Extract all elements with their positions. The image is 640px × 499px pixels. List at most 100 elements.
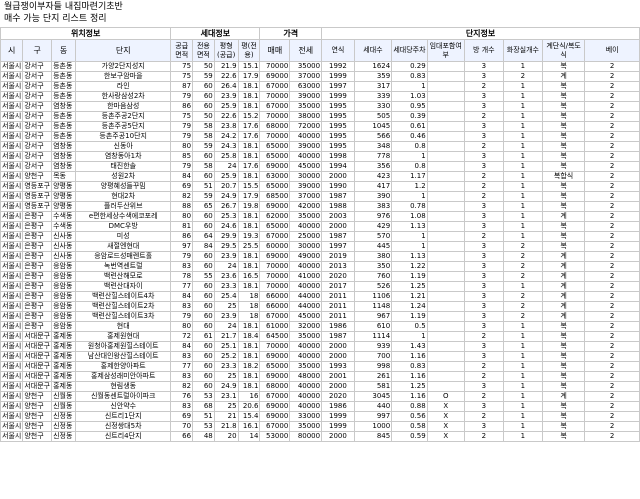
cell-stair-type[interactable]: 복 [541, 361, 586, 372]
cell-jeonse-price[interactable]: 30000 [289, 241, 323, 252]
cell-complex[interactable]: 백련산대자이 [75, 281, 172, 292]
cell-gu[interactable]: 은평구 [22, 271, 53, 282]
cell-households[interactable]: 350 [353, 261, 393, 272]
cell-complex[interactable]: 원청아홍제원힐스테이트 [75, 341, 172, 352]
cell-rental-included[interactable] [426, 221, 465, 232]
cell-parking-per-household[interactable]: 0.78 [391, 201, 428, 212]
cell-parking-per-household[interactable]: 1.2 [391, 181, 428, 192]
cell-dong[interactable]: 등촌동 [51, 81, 77, 92]
cell-rooms[interactable]: 3 [463, 271, 504, 282]
cell-rooms[interactable]: 3 [463, 301, 504, 312]
cell-rooms[interactable]: 3 [463, 261, 504, 272]
cell-jeonse-price[interactable]: 40000 [289, 261, 323, 272]
cell-stair-type[interactable]: 복 [541, 151, 586, 162]
cell-complex[interactable]: 백련산해모로 [75, 271, 172, 282]
cell-exclusive-area[interactable]: 68 [192, 401, 215, 412]
cell-jeonse-price[interactable]: 39000 [289, 91, 323, 102]
cell-year-built[interactable]: 2019 [321, 251, 355, 262]
cell-supply-area[interactable]: 66 [170, 431, 194, 442]
cell-bay[interactable]: 2 [584, 381, 640, 392]
cell-complex[interactable]: DMC우방 [75, 221, 172, 232]
cell-sale-price[interactable]: 53000 [259, 431, 291, 442]
cell-parking-per-household[interactable]: 1 [391, 241, 428, 252]
cell-bay[interactable]: 2 [584, 431, 640, 442]
cell-households[interactable]: 1148 [353, 301, 393, 312]
cell-rental-included[interactable]: X [426, 411, 465, 422]
cell-rooms[interactable]: 2 [463, 231, 504, 242]
cell-rental-included[interactable] [426, 301, 465, 312]
cell-rental-included[interactable] [426, 341, 465, 352]
cell-year-built[interactable]: 1990 [321, 181, 355, 192]
cell-pyeong-supply[interactable]: 24.9 [213, 381, 239, 392]
cell-bathrooms[interactable]: 2 [502, 301, 543, 312]
cell-households[interactable]: 700 [353, 351, 393, 362]
cell-si[interactable]: 서울시 [0, 241, 24, 252]
cell-pyeong-supply[interactable]: 23.6 [213, 271, 239, 282]
cell-exclusive-area[interactable]: 60 [192, 341, 215, 352]
cell-complex[interactable]: 현대2차 [75, 191, 172, 202]
cell-rental-included[interactable] [426, 131, 465, 142]
cell-year-built[interactable]: 1986 [321, 401, 355, 412]
cell-jeonse-price[interactable]: 39000 [289, 181, 323, 192]
cell-exclusive-area[interactable]: 60 [192, 311, 215, 322]
cell-gu[interactable]: 강서구 [22, 161, 53, 172]
cell-stair-type[interactable]: 복 [541, 111, 586, 122]
cell-households[interactable]: 610 [353, 321, 393, 332]
cell-stair-type[interactable]: 복 [541, 351, 586, 362]
cell-parking-per-household[interactable]: 0.58 [391, 421, 428, 432]
cell-sale-price[interactable]: 67000 [259, 311, 291, 322]
cell-dong[interactable]: 신사동 [51, 241, 77, 252]
cell-si[interactable]: 서울시 [0, 311, 24, 322]
cell-pyeong-supply[interactable]: 25 [213, 371, 239, 382]
cell-exclusive-area[interactable]: 60 [192, 211, 215, 222]
cell-parking-per-household[interactable]: 0.88 [391, 401, 428, 412]
cell-bay[interactable]: 2 [584, 131, 640, 142]
cell-exclusive-area[interactable]: 61 [192, 331, 215, 342]
cell-stair-type[interactable]: 복 [541, 401, 586, 412]
cell-rooms[interactable]: 3 [463, 131, 504, 142]
cell-exclusive-area[interactable]: 58 [192, 131, 215, 142]
cell-complex[interactable]: 응암로드성매렌트홀 [75, 251, 172, 262]
cell-rental-included[interactable] [426, 211, 465, 222]
cell-dong[interactable]: 응암동 [51, 311, 77, 322]
cell-households[interactable]: 390 [353, 191, 393, 202]
cell-dong[interactable]: 양평동 [51, 201, 77, 212]
cell-pyeong-exclusive[interactable]: 17.6 [237, 121, 261, 132]
cell-dong[interactable]: 응암동 [51, 291, 77, 302]
cell-exclusive-area[interactable]: 60 [192, 151, 215, 162]
cell-dong[interactable]: 등촌동 [51, 61, 77, 72]
cell-year-built[interactable]: 2020 [321, 391, 355, 402]
cell-households[interactable]: 359 [353, 71, 393, 82]
cell-supply-area[interactable]: 86 [170, 231, 194, 242]
cell-exclusive-area[interactable]: 60 [192, 171, 215, 182]
cell-supply-area[interactable]: 75 [170, 61, 194, 72]
cell-exclusive-area[interactable]: 60 [192, 261, 215, 272]
cell-bay[interactable]: 2 [584, 261, 640, 272]
cell-bay[interactable]: 2 [584, 91, 640, 102]
cell-jeonse-price[interactable]: 40000 [289, 221, 323, 232]
cell-sale-price[interactable]: 68500 [259, 191, 291, 202]
cell-si[interactable]: 서울시 [0, 91, 24, 102]
cell-bathrooms[interactable]: 1 [502, 211, 543, 222]
cell-supply-area[interactable]: 77 [170, 281, 194, 292]
cell-year-built[interactable]: 1995 [321, 101, 355, 112]
cell-gu[interactable]: 강서구 [22, 91, 53, 102]
cell-sale-price[interactable]: 60000 [259, 241, 291, 252]
cell-sale-price[interactable]: 70000 [259, 281, 291, 292]
cell-gu[interactable]: 강서구 [22, 121, 53, 132]
cell-sale-price[interactable]: 68000 [259, 381, 291, 392]
cell-jeonse-price[interactable]: 41000 [289, 271, 323, 282]
cell-complex[interactable]: 등촌주공2단지 [75, 111, 172, 122]
cell-parking-per-household[interactable]: 0.95 [391, 101, 428, 112]
cell-year-built[interactable]: 2003 [321, 211, 355, 222]
cell-pyeong-exclusive[interactable]: 18.1 [237, 81, 261, 92]
cell-jeonse-price[interactable]: 37000 [289, 71, 323, 82]
cell-rooms[interactable]: 3 [463, 91, 504, 102]
cell-rental-included[interactable] [426, 241, 465, 252]
cell-rental-included[interactable] [426, 261, 465, 272]
cell-supply-area[interactable]: 79 [170, 161, 194, 172]
cell-si[interactable]: 서울시 [0, 411, 24, 422]
cell-si[interactable]: 서울시 [0, 201, 24, 212]
cell-pyeong-exclusive[interactable]: 18.1 [237, 251, 261, 262]
cell-sale-price[interactable]: 63000 [259, 171, 291, 182]
